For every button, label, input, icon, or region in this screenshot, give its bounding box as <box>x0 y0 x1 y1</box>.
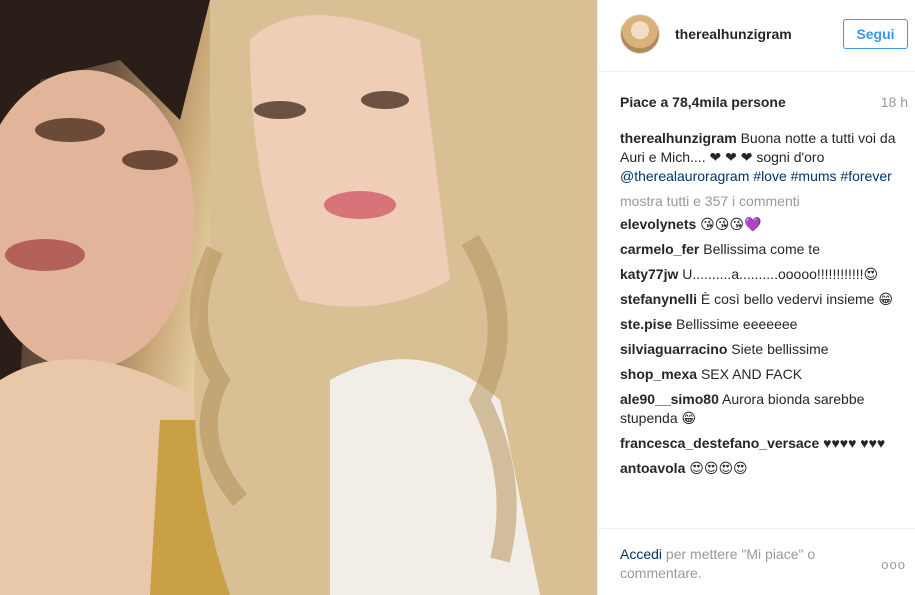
likes-count[interactable]: Piace a 78,4mila persone <box>620 94 786 110</box>
comment-username[interactable]: francesca_destefano_versace <box>620 435 819 451</box>
comment: ste.pise Bellissime eeeeeee <box>620 315 908 334</box>
photo-illustration <box>0 0 597 595</box>
comment-text: 😍😍😍😍 <box>689 460 748 476</box>
comment-text: Bellissime eeeeeee <box>676 316 798 332</box>
comment-username[interactable]: elevolynets <box>620 216 696 232</box>
post-caption: therealhunzigram Buona notte a tutti voi… <box>620 129 908 186</box>
comment-username[interactable]: ste.pise <box>620 316 672 332</box>
comment-text: SEX AND FACK <box>700 366 803 382</box>
comment-text: Siete bellissime <box>731 341 829 357</box>
comment: francesca_destefano_versace ♥♥♥♥ ♥♥♥ <box>620 434 908 453</box>
post-username[interactable]: therealhunzigram <box>675 26 792 42</box>
comment-username[interactable]: silviaguarracino <box>620 341 727 357</box>
post-header: therealhunzigram Segui <box>598 0 915 72</box>
comment: stefanynelli È così bello vedervi insiem… <box>620 290 908 309</box>
comment-username[interactable]: stefanynelli <box>620 291 697 307</box>
login-link[interactable]: Accedi <box>620 546 662 562</box>
caption-mention[interactable]: @therealauroragram <box>620 168 749 184</box>
comment-username[interactable]: antoavola <box>620 460 685 476</box>
comment-text: È così bello vedervi insieme 😁 <box>700 291 893 307</box>
comment: katy77jw U..........a..........ooooo!!!!… <box>620 265 908 284</box>
caption-username[interactable]: therealhunzigram <box>620 130 737 146</box>
comment: shop_mexa SEX AND FACK <box>620 365 908 384</box>
comment-username[interactable]: shop_mexa <box>620 366 697 382</box>
more-options-icon[interactable]: ooo <box>881 557 906 572</box>
comment-text: 😘😘😘💜 <box>700 216 762 232</box>
comment: ale90__simo80 Aurora bionda sarebbe stup… <box>620 390 908 428</box>
comment-username[interactable]: ale90__simo80 <box>620 391 719 407</box>
comment-text: ♥♥♥♥ ♥♥♥ <box>823 435 886 451</box>
likes-row: Piace a 78,4mila persone 18 h <box>620 94 908 112</box>
comment-username[interactable]: katy77jw <box>620 266 678 282</box>
comment: elevolynets 😘😘😘💜 <box>620 215 908 234</box>
comment-username[interactable]: carmelo_fer <box>620 241 699 257</box>
post-footer: Accedi per mettere "Mi piace" o commenta… <box>598 528 915 595</box>
comment: carmelo_fer Bellissima come te <box>620 240 908 259</box>
comment-text: U..........a..........ooooo!!!!!!!!!!!!😍 <box>682 266 879 282</box>
comments-list[interactable]: therealhunzigram Buona notte a tutti voi… <box>620 129 908 525</box>
follow-button[interactable]: Segui <box>843 19 908 49</box>
show-all-comments-link[interactable]: mostra tutti e 357 i commenti <box>620 192 908 211</box>
post-photo <box>0 0 597 595</box>
avatar[interactable] <box>620 14 660 54</box>
comment-text: Bellissima come te <box>703 241 820 257</box>
login-prompt: Accedi per mettere "Mi piace" o commenta… <box>620 545 860 583</box>
post-timestamp[interactable]: 18 h <box>881 94 908 110</box>
caption-hashtags[interactable]: #love #mums #forever <box>753 168 892 184</box>
comment: antoavola 😍😍😍😍 <box>620 459 908 478</box>
post-side-panel: therealhunzigram Segui Piace a 78,4mila … <box>597 0 915 595</box>
comment: silviaguarracino Siete bellissime <box>620 340 908 359</box>
